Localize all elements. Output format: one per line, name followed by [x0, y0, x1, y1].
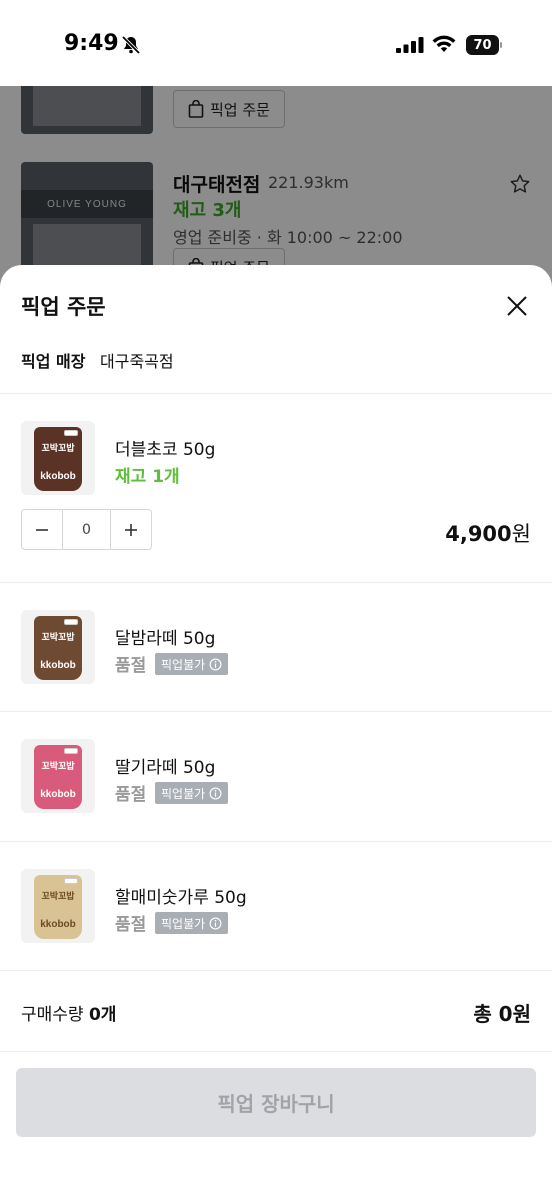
product-pouch: 꼬박꼬밥 kkobob: [34, 745, 82, 809]
product-name: 더블초코 50g: [115, 440, 216, 460]
divider: [0, 1051, 552, 1052]
increase-button[interactable]: [111, 510, 151, 549]
pickup-store-name: 대구죽곡점: [100, 352, 174, 371]
divider: [0, 393, 552, 394]
sheet-title: 픽업 주문: [21, 295, 106, 319]
signal-icon: [396, 37, 424, 53]
status-bar: 9:49 70: [0, 0, 552, 86]
status-time: 9:49: [64, 31, 119, 56]
info-icon: [209, 917, 222, 929]
purchase-quantity: 구매수량 0개: [21, 1000, 116, 1025]
no-pickup-badge[interactable]: 픽업불가: [155, 653, 229, 675]
pouch-brand: 꼬박꼬밥: [41, 633, 75, 643]
no-pickup-badge[interactable]: 픽업불가: [155, 912, 229, 934]
pouch-logo: kkobob: [40, 471, 76, 482]
pouch-brand: 꼬박꼬밥: [41, 444, 75, 454]
quantity-stepper: 0: [21, 509, 152, 550]
product-pouch: 꼬박꼬밥 kkobob: [34, 616, 82, 680]
close-icon[interactable]: [503, 292, 531, 320]
product-image: 꼬박꼬밥 kkobob: [21, 421, 95, 495]
no-pickup-badge[interactable]: 픽업불가: [155, 782, 229, 804]
divider: [0, 711, 552, 712]
product-name: 달밤라떼 50g: [115, 629, 216, 649]
pickup-cart-button[interactable]: 픽업 장바구니: [16, 1068, 536, 1137]
pickup-store-label: 픽업 매장: [21, 352, 86, 371]
plus-icon: [125, 523, 137, 536]
battery-tip: [500, 42, 502, 48]
product-stock: 재고 1개: [115, 467, 180, 487]
product-image: 꼬박꼬밥 kkobob: [21, 610, 95, 684]
soldout-label: 품절: [115, 656, 147, 676]
quantity-value[interactable]: 0: [62, 510, 111, 549]
product-image: 꼬박꼬밥 kkobob: [21, 869, 95, 943]
total-price: 총 0원: [473, 1002, 531, 1026]
wifi-icon: [432, 35, 456, 52]
pouch-cap: [64, 878, 78, 884]
no-pickup-label: 픽업불가: [161, 916, 206, 931]
pouch-brand: 꼬박꼬밥: [41, 892, 75, 902]
info-icon: [209, 658, 222, 670]
divider: [0, 970, 552, 971]
pickup-order-sheet: 픽업 주문 픽업 매장 대구죽곡점 꼬박꼬밥 kkobob 더블초코 50g 재…: [0, 265, 552, 1200]
divider: [0, 841, 552, 842]
no-pickup-label: 픽업불가: [161, 657, 206, 672]
divider: [0, 582, 552, 583]
purchase-quantity-value: 0개: [88, 1005, 117, 1025]
bell-slash-icon: [121, 35, 141, 55]
product-price: 4,900원: [445, 518, 531, 548]
price-value: 4,900: [445, 522, 512, 546]
product-image: 꼬박꼬밥 kkobob: [21, 739, 95, 813]
product-pouch: 꼬박꼬밥 kkobob: [34, 875, 82, 939]
no-pickup-label: 픽업불가: [161, 786, 206, 801]
product-name: 딸기라떼 50g: [115, 758, 216, 778]
pouch-logo: kkobob: [40, 660, 76, 671]
dim-overlay[interactable]: [0, 86, 552, 286]
price-unit: 원: [511, 522, 531, 546]
battery-indicator: 70: [466, 35, 502, 55]
soldout-label: 품절: [115, 785, 147, 805]
purchase-quantity-label: 구매수량: [21, 1005, 84, 1025]
pouch-cap: [64, 619, 78, 625]
pouch-cap: [64, 748, 78, 754]
info-icon: [209, 787, 222, 799]
product-name: 할매미숫가루 50g: [115, 888, 247, 908]
battery-level: 70: [466, 35, 499, 55]
soldout-label: 품절: [115, 915, 147, 935]
decrease-button[interactable]: [22, 510, 62, 549]
pouch-logo: kkobob: [40, 789, 76, 800]
pouch-cap: [64, 430, 78, 436]
product-pouch: 꼬박꼬밥 kkobob: [34, 427, 82, 491]
minus-icon: [36, 528, 48, 531]
pouch-logo: kkobob: [40, 919, 76, 930]
pouch-brand: 꼬박꼬밥: [41, 762, 75, 772]
